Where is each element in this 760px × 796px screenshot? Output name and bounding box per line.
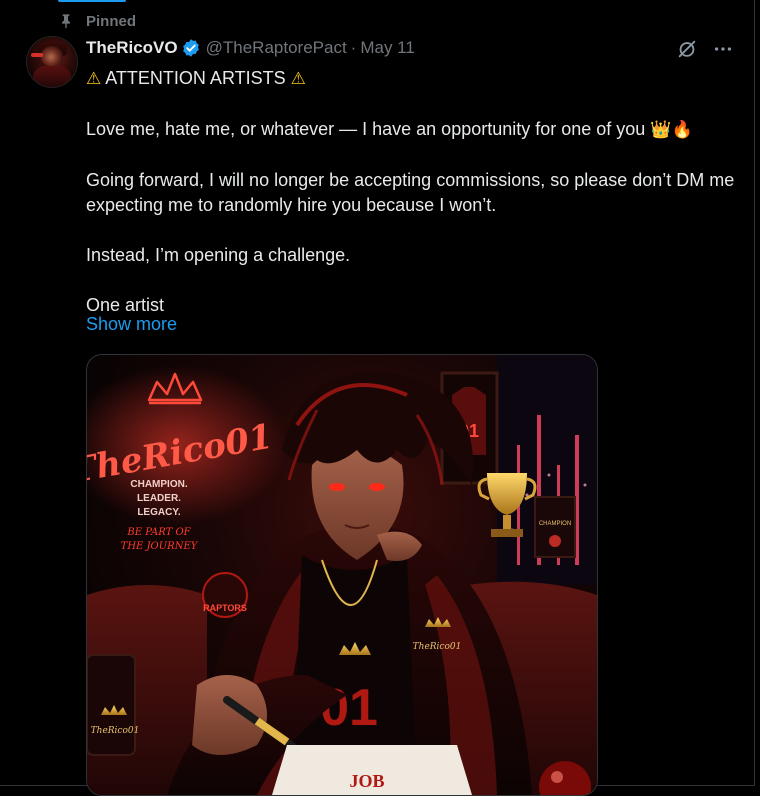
trophy-plate: CHAMPION (539, 521, 571, 527)
separator-dot: · (350, 38, 357, 57)
tweet-line-2: Love me, hate me, or whatever — I have a… (86, 117, 736, 143)
tweet-line-5: One artist (86, 295, 165, 315)
show-more-link[interactable]: Show more (86, 314, 177, 335)
team-badge: RAPTORS (203, 603, 247, 613)
pin-icon (62, 14, 70, 29)
handle[interactable]: @TheRaptorePact (206, 38, 347, 58)
pinned-indicator: Pinned (58, 12, 136, 30)
warning-icon: ⚠ (86, 69, 102, 89)
tweet-line-1: ⚠ ATTENTION ARTISTS ⚠ (86, 66, 736, 92)
display-name[interactable]: TheRicoVO (86, 38, 178, 58)
tweet-text: ⚠ ATTENTION ARTISTS ⚠ Love me, hate me, … (86, 66, 736, 318)
tweet-card[interactable]: Pinned TheRicoVO @TheRaptorePact · May 1… (0, 0, 755, 796)
fire-icon: 🔥 (671, 120, 693, 140)
tab-indicator (58, 0, 126, 2)
tweet-line-4: Instead, I’m opening a challenge. (86, 245, 351, 265)
tweet-line-1-text: ATTENTION ARTISTS (105, 68, 286, 88)
tweet-line-3: Going forward, I will no longer be accep… (86, 170, 735, 215)
cup-label: TheRico01 (91, 726, 140, 736)
chest-label: TheRico01 (413, 642, 462, 652)
contract-text: JOB (349, 771, 384, 791)
pinned-label: Pinned (86, 12, 137, 30)
crown-icon: 👑 (650, 120, 672, 140)
grok-icon[interactable] (676, 38, 698, 60)
header-actions (676, 38, 734, 60)
more-icon[interactable] (712, 38, 734, 60)
tagline-2: LEADER. (137, 493, 181, 504)
timestamp[interactable]: May 11 (360, 38, 415, 58)
tweet-header: TheRicoVO @TheRaptorePact · May 11 (86, 38, 415, 58)
tagline-1: CHAMPION. (130, 479, 187, 490)
tweet-image[interactable]: 01 TheRico01 CHAMPION. LEADER. LEGACY. B… (86, 354, 598, 796)
script-line-1: BE PART OF (126, 527, 191, 538)
warning-icon: ⚠ (290, 69, 306, 89)
script-line-2: THE JOURNEY (121, 541, 199, 552)
avatar[interactable] (26, 36, 78, 88)
illustration: 01 TheRico01 CHAMPION. LEADER. LEGACY. B… (87, 355, 597, 795)
tweet-line-2-text: Love me, hate me, or whatever — I have a… (86, 119, 646, 139)
tagline-3: LEGACY. (137, 507, 181, 518)
verified-badge-icon[interactable] (181, 38, 201, 58)
